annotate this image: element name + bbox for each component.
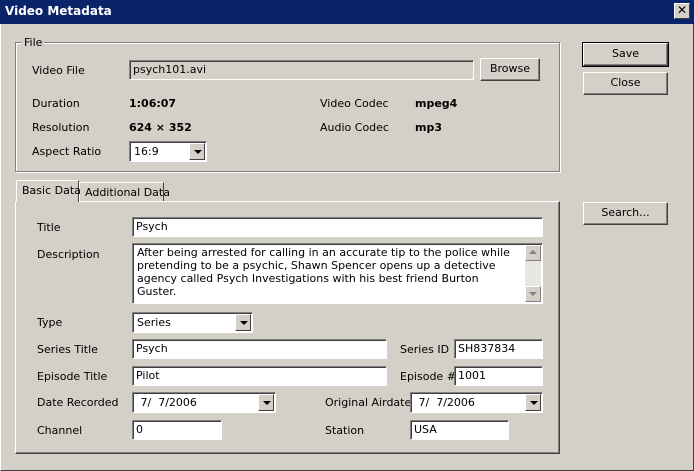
aspect-ratio-value: 16:9	[134, 145, 159, 158]
aspect-ratio-select[interactable]: 16:9	[129, 141, 207, 162]
close-icon: ✕	[676, 3, 688, 17]
resolution-label: Resolution	[32, 121, 90, 134]
audio-codec-label: Audio Codec	[320, 121, 389, 134]
description-textarea[interactable]: After being arrested for calling in an a…	[132, 243, 543, 304]
chevron-down-icon[interactable]	[235, 314, 251, 331]
original-airdate-value: 7/ 7/2006	[415, 396, 475, 409]
channel-field[interactable]: 0	[132, 420, 222, 440]
tab-additional-data[interactable]: Additional Data	[79, 182, 170, 202]
resolution-value: 624 × 352	[129, 121, 192, 134]
description-label: Description	[37, 248, 100, 261]
title-bar: Video Metadata ✕	[0, 0, 694, 24]
scroll-up-icon[interactable]	[525, 245, 541, 261]
chevron-down-icon[interactable]	[525, 394, 541, 411]
type-value: Series	[137, 316, 171, 329]
station-label: Station	[325, 424, 365, 437]
save-button[interactable]: Save	[582, 42, 669, 67]
type-select[interactable]: Series	[132, 312, 253, 333]
description-text: After being arrested for calling in an a…	[137, 246, 510, 298]
duration-value: 1:06:07	[129, 97, 177, 110]
video-file-label: Video File	[32, 64, 85, 77]
video-codec-label: Video Codec	[320, 97, 389, 110]
date-recorded-label: Date Recorded	[37, 396, 119, 409]
scroll-down-icon[interactable]	[525, 286, 541, 302]
chevron-down-icon[interactable]	[189, 143, 205, 160]
date-recorded-picker[interactable]: 7/ 7/2006	[132, 392, 276, 413]
description-scrollbar[interactable]	[525, 245, 541, 302]
browse-button[interactable]: Browse	[480, 58, 540, 81]
close-button[interactable]: Close	[583, 72, 668, 95]
window-close-button[interactable]: ✕	[674, 3, 690, 19]
series-id-label: Series ID	[400, 343, 450, 356]
channel-label: Channel	[37, 424, 83, 437]
title-label: Title	[37, 221, 61, 234]
series-title-label: Series Title	[37, 343, 98, 356]
station-field[interactable]: USA	[410, 420, 509, 440]
episode-title-field[interactable]: Pilot	[132, 366, 387, 386]
aspect-ratio-label: Aspect Ratio	[32, 145, 102, 158]
audio-codec-value: mp3	[415, 121, 442, 134]
episode-number-label: Episode #	[400, 370, 456, 383]
chevron-down-icon[interactable]	[258, 394, 274, 411]
tab-basic-data[interactable]: Basic Data	[16, 180, 81, 202]
series-title-field[interactable]: Psych	[132, 339, 387, 359]
file-group-label: File	[22, 36, 45, 49]
date-recorded-value: 7/ 7/2006	[137, 396, 197, 409]
search-button[interactable]: Search...	[583, 202, 668, 225]
window-title: Video Metadata	[5, 4, 112, 18]
episode-number-field[interactable]: 1001	[454, 366, 543, 386]
duration-label: Duration	[32, 97, 80, 110]
original-airdate-picker[interactable]: 7/ 7/2006	[410, 392, 543, 413]
video-file-field[interactable]: psych101.avi	[129, 60, 474, 80]
basic-data-panel	[15, 201, 560, 454]
series-id-field[interactable]: SH837834	[454, 339, 543, 359]
episode-title-label: Episode Title	[37, 370, 108, 383]
title-field[interactable]: Psych	[132, 217, 543, 237]
original-airdate-label: Original Airdate	[325, 396, 412, 409]
type-label: Type	[37, 316, 63, 329]
video-codec-value: mpeg4	[415, 97, 458, 110]
